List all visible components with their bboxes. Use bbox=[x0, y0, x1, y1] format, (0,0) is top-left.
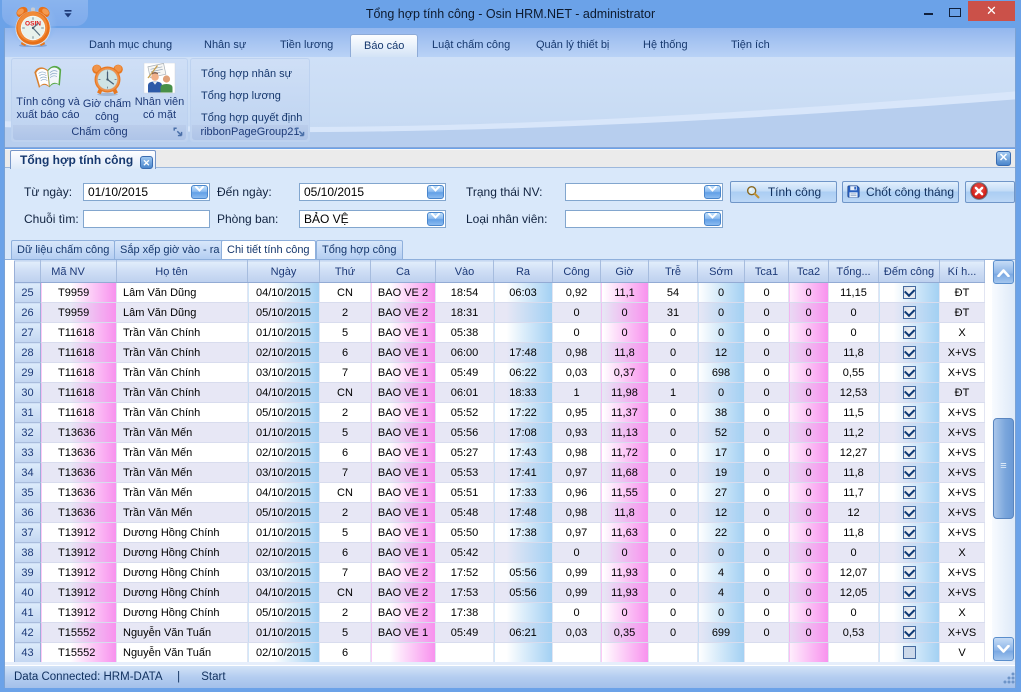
svg-text:OSIN: OSIN bbox=[25, 21, 41, 28]
